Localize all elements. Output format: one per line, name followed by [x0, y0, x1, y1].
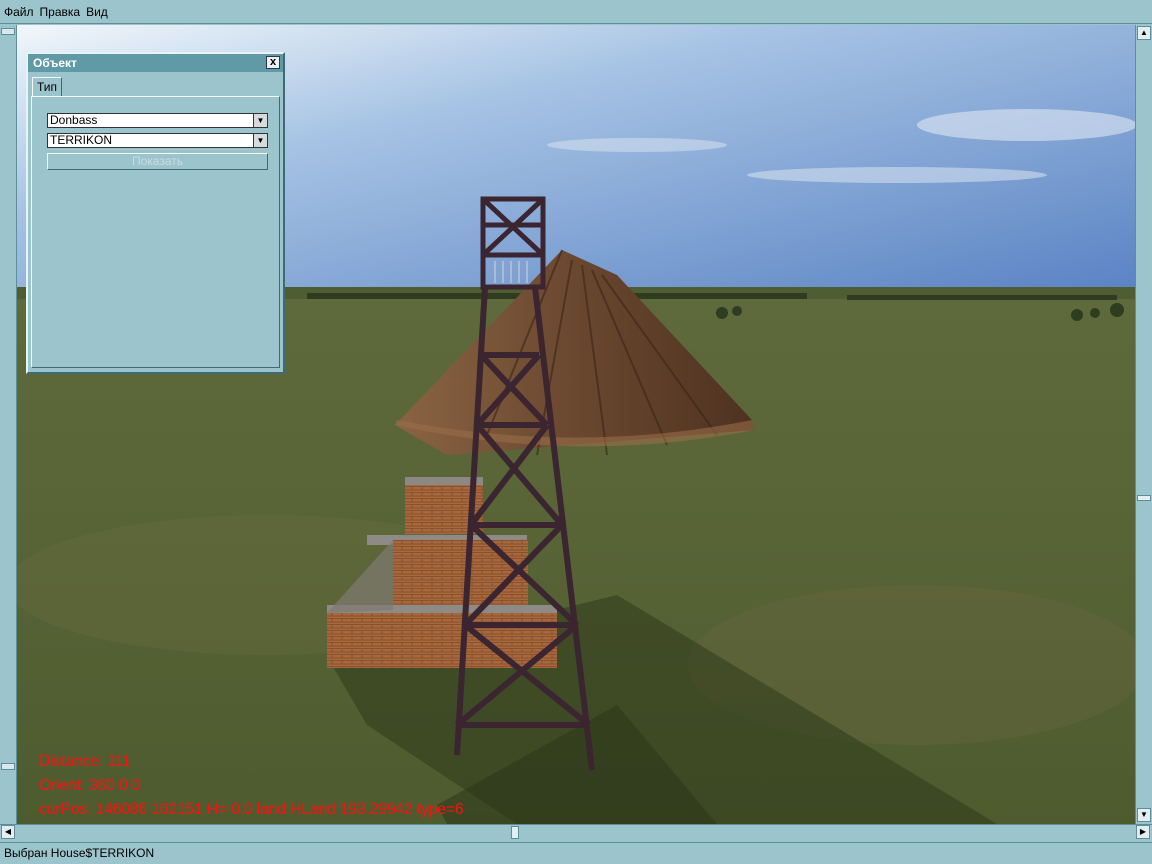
- panel-body: Donbass ▼ TERRIKON ▼ Показать: [31, 96, 280, 368]
- gutter-marker-top: [1, 28, 15, 35]
- gutter-marker-bottom: [1, 763, 15, 770]
- hud-orient: Orient: 360 0 0: [39, 777, 141, 794]
- hud-curpos: curPos: 146086 162151 H= 0.0 land HLand …: [39, 801, 464, 818]
- horizontal-scroll-thumb[interactable]: [511, 826, 519, 839]
- close-icon[interactable]: x: [266, 56, 280, 69]
- arrow-down-icon[interactable]: ▼: [1137, 808, 1151, 822]
- arrow-up-icon[interactable]: ▲: [1137, 26, 1151, 40]
- show-button[interactable]: Показать: [47, 153, 268, 170]
- chevron-down-icon[interactable]: ▼: [253, 134, 267, 147]
- hud-distance: Distance: 111: [39, 753, 131, 770]
- vertical-scroll-thumb[interactable]: [1137, 495, 1151, 501]
- vertical-scrollbar[interactable]: ▲ ▼: [1135, 25, 1152, 824]
- region-select-value: Donbass: [50, 113, 98, 127]
- tab-type[interactable]: Тип: [32, 77, 62, 97]
- object-select[interactable]: TERRIKON ▼: [47, 133, 268, 148]
- arrow-left-icon[interactable]: ◀: [1, 825, 15, 839]
- menu-file[interactable]: Файл: [4, 5, 34, 19]
- status-text: Выбран House$TERRIKON: [4, 846, 155, 860]
- panel-title: Объект: [33, 56, 77, 70]
- menu-bar: Файл Правка Вид: [0, 0, 1152, 24]
- status-bar: Выбран House$TERRIKON: [0, 842, 1152, 864]
- menu-edit[interactable]: Правка: [40, 5, 81, 19]
- horizontal-scrollbar[interactable]: ◀ ▶: [0, 824, 1152, 840]
- object-select-value: TERRIKON: [50, 133, 113, 147]
- arrow-right-icon[interactable]: ▶: [1136, 825, 1150, 839]
- chevron-down-icon[interactable]: ▼: [253, 114, 267, 127]
- object-panel: Объект x Тип Donbass ▼ TERRIKON ▼ Показа…: [26, 52, 285, 374]
- menu-view[interactable]: Вид: [86, 5, 108, 19]
- region-select[interactable]: Donbass ▼: [47, 113, 268, 128]
- panel-title-bar[interactable]: Объект x: [28, 54, 283, 72]
- left-gutter: [0, 25, 17, 824]
